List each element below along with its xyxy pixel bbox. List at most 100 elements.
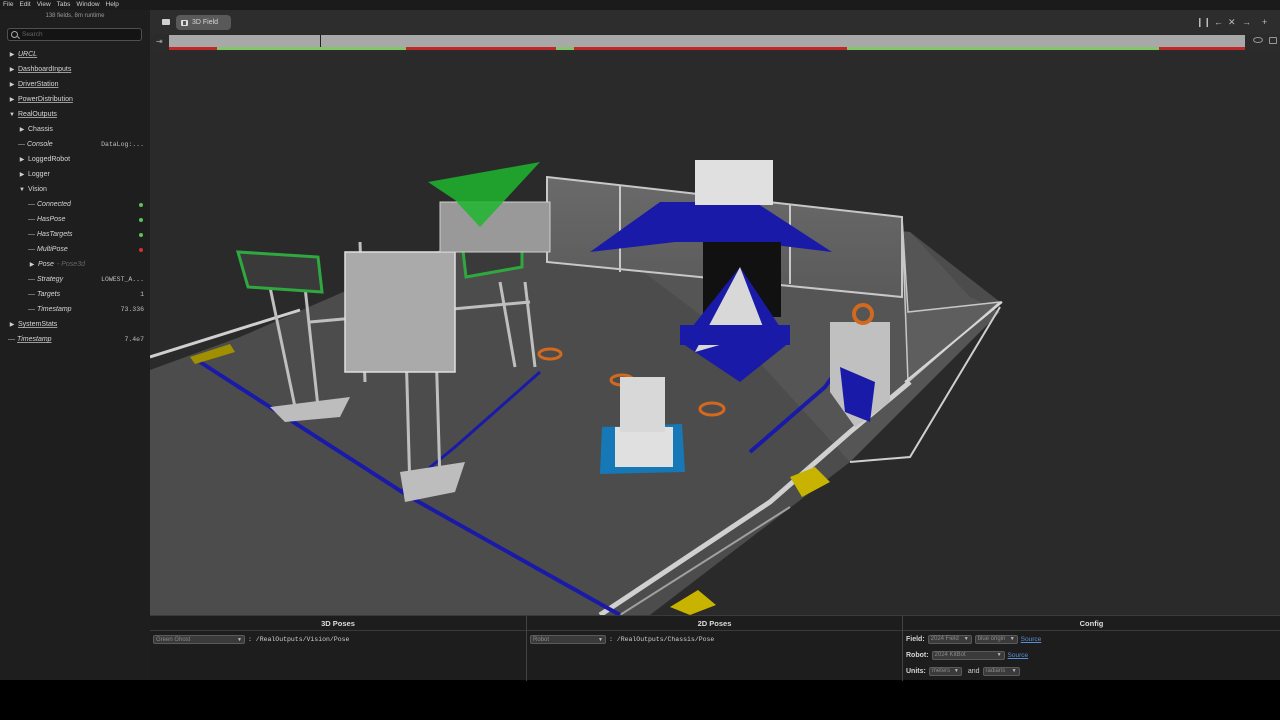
pose3d-type-select[interactable]: Green Ghost ▼ (153, 635, 245, 644)
panel-title-3d-poses: 3D Poses (150, 616, 526, 631)
menu-help[interactable]: Help (106, 0, 119, 10)
timeline-row: ⇥ (150, 35, 1280, 52)
caret-right-icon[interactable]: ▶ (8, 66, 16, 73)
caret-down-icon[interactable]: ▼ (18, 187, 26, 193)
config-units-row: Units: meters ▼ and radians ▼ (903, 663, 1280, 679)
pose2d-type-select[interactable]: Robot ▼ (530, 635, 606, 644)
field-source-link[interactable]: Source (1021, 636, 1042, 643)
tree-row-vision[interactable]: ▼ Vision (0, 182, 150, 197)
menu-edit[interactable]: Edit (19, 0, 30, 10)
leaf-dash-icon[interactable]: — (28, 306, 35, 313)
origin-select[interactable]: blue origin ▼ (974, 634, 1018, 644)
tree-row-label: Timestamp (37, 306, 72, 313)
tree-row-timestamp[interactable]: — Timestamp 7.4e7 (0, 332, 150, 347)
popout-icon[interactable] (1269, 37, 1277, 44)
tree-row-timestamp[interactable]: — Timestamp 73.336 (0, 302, 150, 317)
cube-icon (181, 19, 188, 26)
angle-units-select[interactable]: radians ▼ (982, 666, 1020, 676)
caret-right-icon[interactable]: ▶ (8, 81, 16, 88)
chevron-down-icon: ▼ (953, 668, 959, 674)
menu-file[interactable]: File (3, 0, 13, 10)
leaf-dash-icon[interactable]: — (28, 201, 35, 208)
pause-icon[interactable]: ❙❙ (1196, 16, 1211, 28)
search-input[interactable] (22, 31, 132, 38)
leaf-dash-icon[interactable]: — (28, 216, 35, 223)
tree-row-strategy[interactable]: — Strategy LOWEST_A... (0, 272, 150, 287)
close-icon[interactable]: ✕ (1228, 16, 1236, 28)
arrow-left-icon[interactable]: ← (1214, 16, 1223, 28)
field-select[interactable]: 2024 Field ▼ (927, 634, 972, 644)
arrow-right-icon[interactable]: → (1242, 16, 1251, 28)
tab-3d-field[interactable]: 3D Field (176, 15, 231, 30)
timeline-cursor[interactable] (319, 35, 322, 47)
tree-row-label: DashboardInputs (18, 66, 72, 73)
tree-row-connected[interactable]: — Connected (0, 197, 150, 212)
add-tab-icon[interactable]: + (1262, 16, 1267, 28)
caret-right-icon[interactable]: ▶ (8, 51, 16, 58)
chevron-down-icon: ▼ (963, 636, 969, 642)
menu-tabs[interactable]: Tabs (57, 0, 71, 10)
panel-title-config: Config (903, 616, 1280, 631)
timeline[interactable] (169, 35, 1245, 50)
tree-row-dashboardinputs[interactable]: ▶ DashboardInputs (0, 62, 150, 77)
length-units-select[interactable]: meters ▼ (928, 666, 962, 676)
leaf-dash-icon[interactable]: — (28, 231, 35, 238)
sidebar: 138 fields, 8m runtime ▶URCL▶DashboardIn… (0, 10, 150, 680)
menu-view[interactable]: View (37, 0, 51, 10)
tree-row-label: PowerDistribution (18, 96, 73, 103)
field-count: 138 fields, 8m runtime (45, 13, 105, 19)
tree-row-loggedrobot[interactable]: ▶ LoggedRobot (0, 152, 150, 167)
tree-row-pose[interactable]: ▶ Pose - Pose3d (0, 257, 150, 272)
tree-row-console[interactable]: — Console DataLog:... (0, 137, 150, 152)
caret-right-icon[interactable]: ▶ (18, 126, 26, 133)
caret-right-icon[interactable]: ▶ (28, 261, 36, 268)
leaf-dash-icon[interactable]: — (28, 246, 35, 253)
field-label: Field: (906, 635, 925, 643)
robot-select[interactable]: 2024 KitBot ▼ (931, 650, 1005, 660)
tree-row-label: Logger (28, 171, 50, 178)
document-icon[interactable] (162, 19, 170, 25)
tree-row-multipose[interactable]: — MultiPose (0, 242, 150, 257)
tree-row-realoutputs[interactable]: ▼ RealOutputs (0, 107, 150, 122)
units-label: Units: (906, 667, 926, 675)
tree-row-value: DataLog:... (101, 141, 144, 148)
caret-right-icon[interactable]: ▶ (8, 96, 16, 103)
timeline-segment (846, 47, 1159, 50)
tree-row-value: 73.336 (120, 306, 144, 313)
boolean-indicator-dot (139, 247, 143, 252)
origin-select-value: blue origin (977, 636, 1006, 642)
tree-row-targets[interactable]: — Targets 1 (0, 287, 150, 302)
leaf-dash-icon[interactable]: — (28, 276, 35, 283)
leaf-dash-icon[interactable]: — (8, 336, 15, 343)
eye-icon[interactable] (1253, 37, 1263, 43)
caret-right-icon[interactable]: ▶ (18, 171, 26, 178)
tree-row-powerdistribution[interactable]: ▶ PowerDistribution (0, 92, 150, 107)
tree-row-hastargets[interactable]: — HasTargets (0, 227, 150, 242)
tree-row-logger[interactable]: ▶ Logger (0, 167, 150, 182)
caret-down-icon[interactable]: ▼ (8, 112, 16, 118)
leaf-dash-icon[interactable]: — (18, 141, 25, 148)
config-field-row: Field: 2024 Field ▼ blue origin ▼ Source (903, 631, 1280, 647)
field-select-value: 2024 Field (930, 636, 959, 642)
leaf-dash-icon[interactable]: — (28, 291, 35, 298)
tree-row-driverstation[interactable]: ▶ DriverStation (0, 77, 150, 92)
collapse-arrow-icon[interactable]: ⇥ (156, 37, 163, 46)
search-box[interactable] (7, 28, 142, 41)
robot-source-link[interactable]: Source (1008, 652, 1029, 659)
caret-right-icon[interactable]: ▶ (18, 156, 26, 163)
tree-row-urcl[interactable]: ▶ URCL (0, 47, 150, 62)
tree-row-label: Targets (37, 291, 61, 298)
caret-right-icon[interactable]: ▶ (8, 321, 16, 328)
tree-row-label: HasTargets (37, 231, 73, 238)
tree-row-systemstats[interactable]: ▶ SystemStats (0, 317, 150, 332)
tree-row-label: RealOutputs (18, 111, 57, 118)
tree-row-label: Timestamp (17, 336, 52, 343)
tree-row-label: Connected (37, 201, 71, 208)
menu-window[interactable]: Window (76, 0, 99, 10)
3d-field-viewport[interactable] (150, 52, 1280, 615)
tree-row-label: HasPose (37, 216, 66, 223)
boolean-indicator-dot (139, 232, 143, 237)
tree-row-haspose[interactable]: — HasPose (0, 212, 150, 227)
tree-row-chassis[interactable]: ▶ Chassis (0, 122, 150, 137)
field-tree: ▶ URCL ▶ DashboardInputs ▶ DriverStation ▶ Powe… (0, 47, 150, 347)
